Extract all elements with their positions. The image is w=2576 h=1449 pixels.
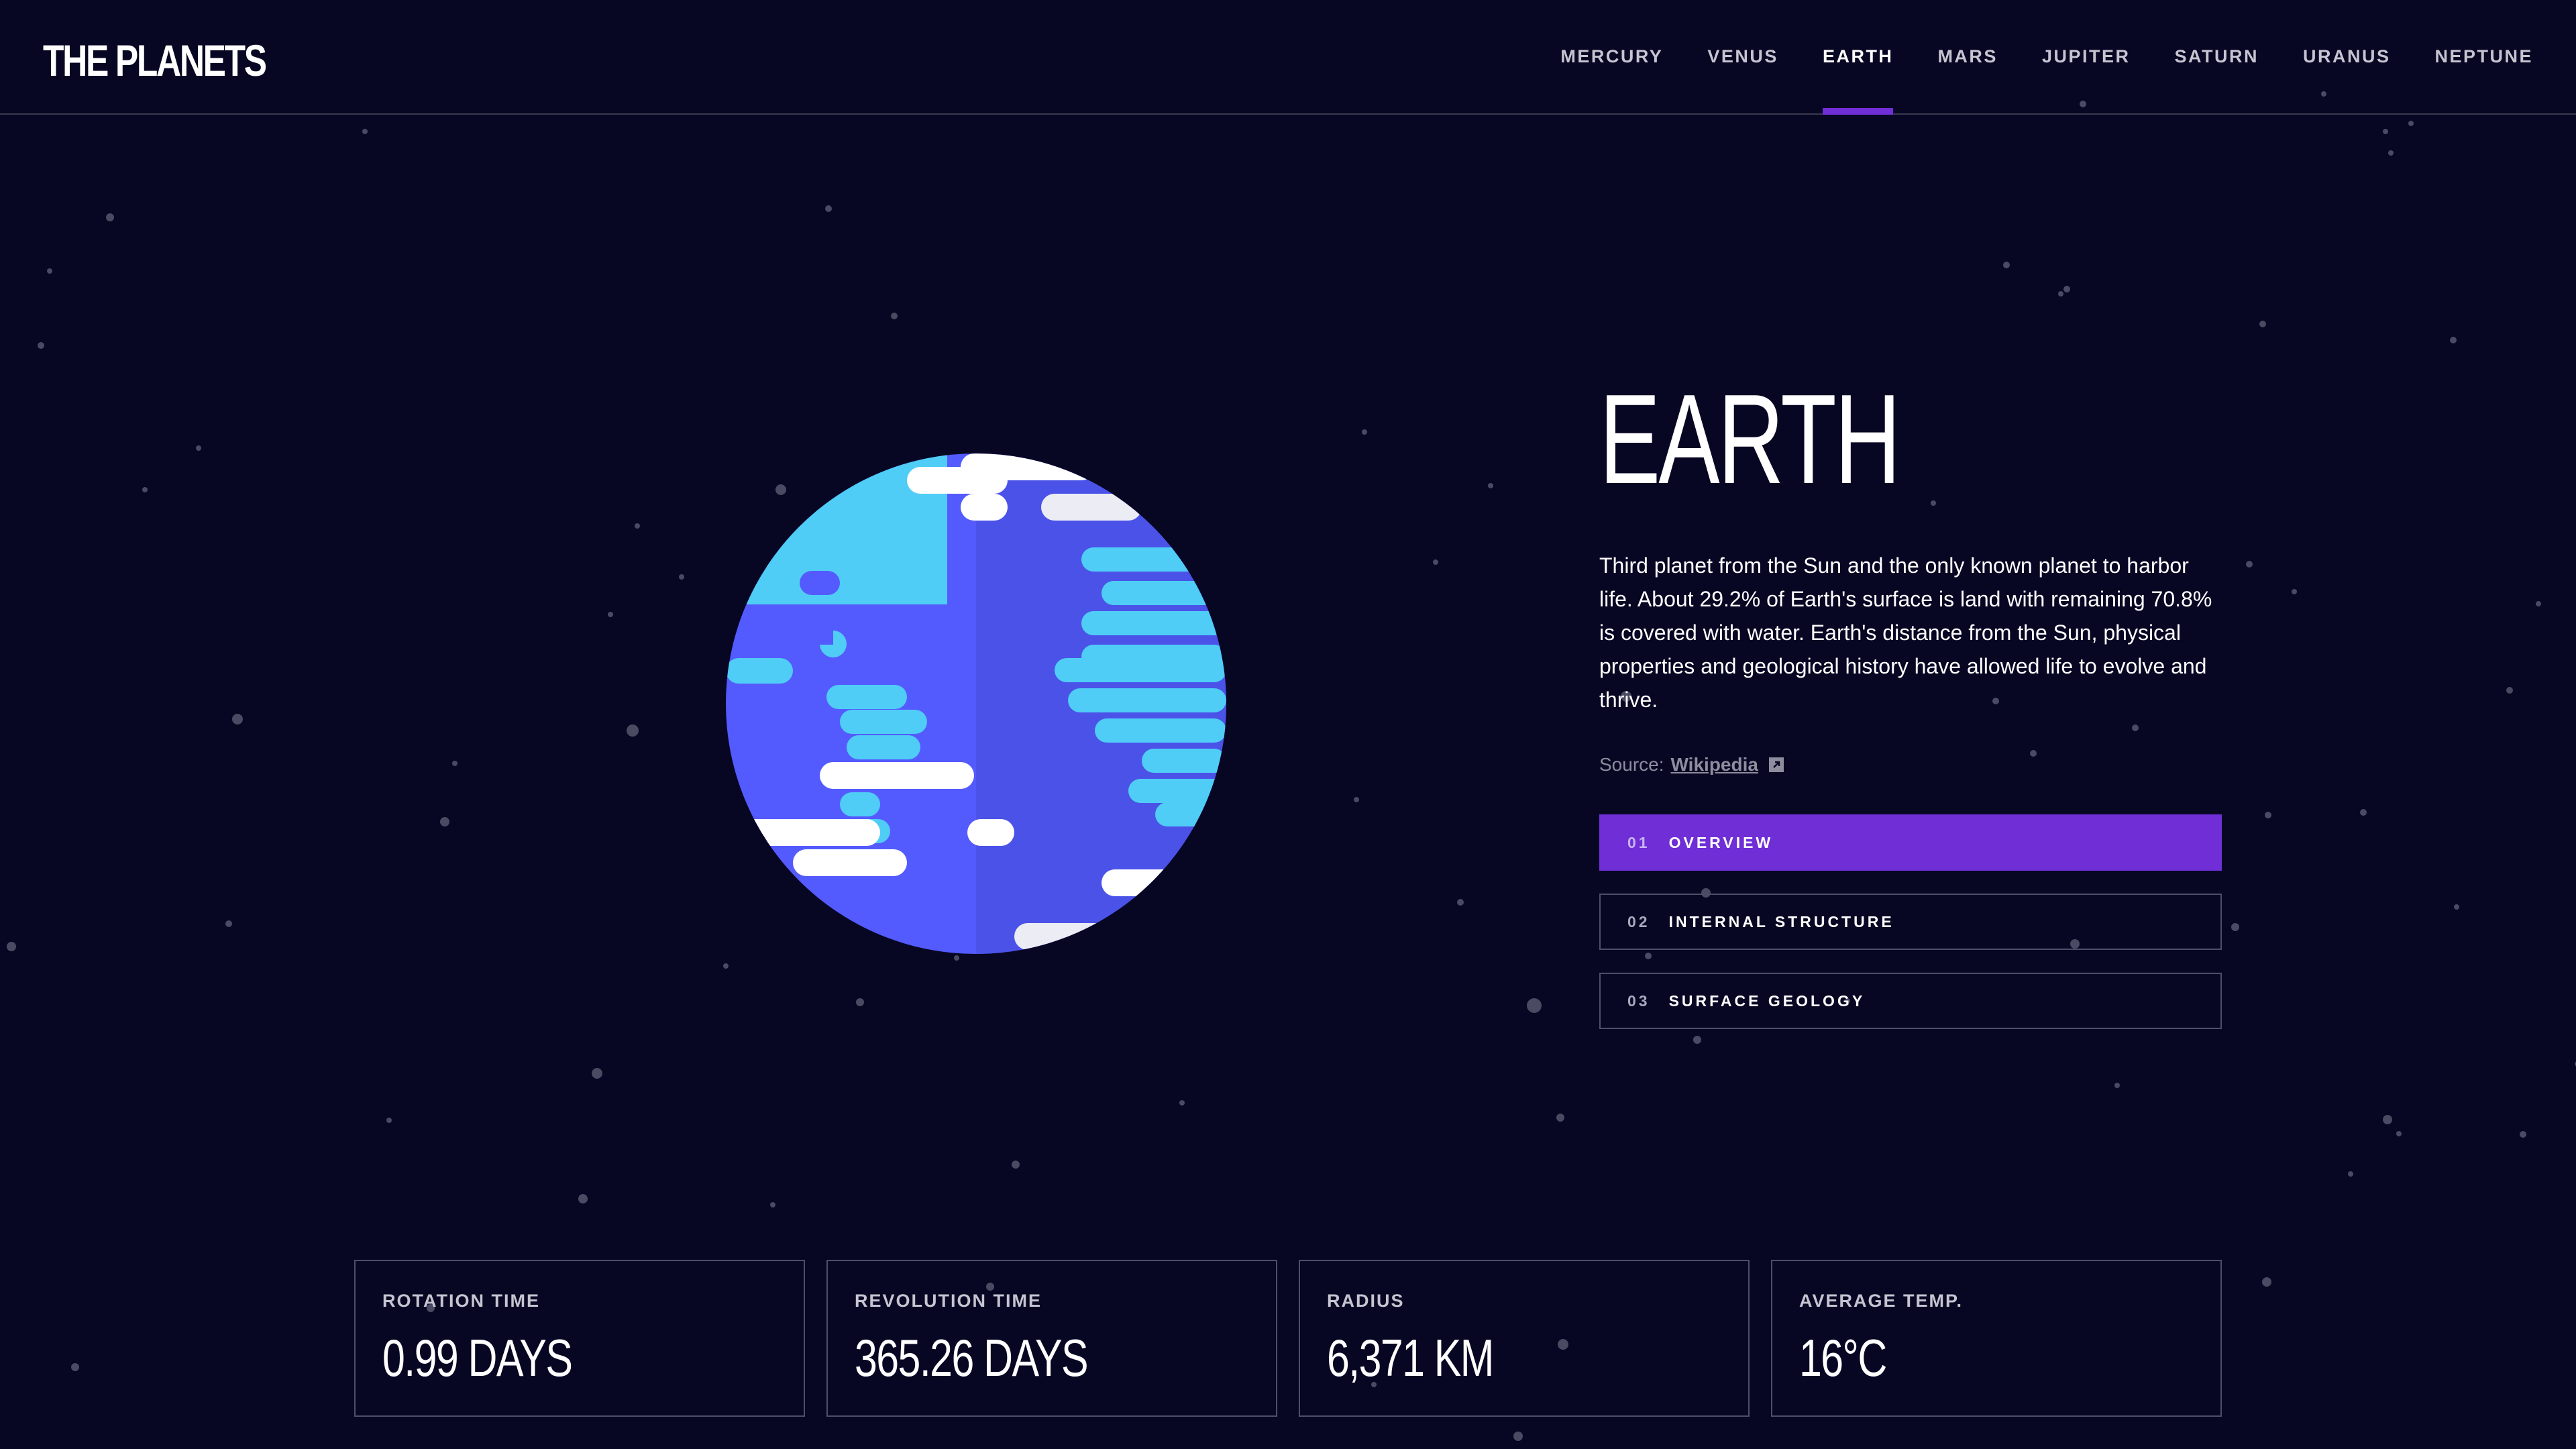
star-dot: [2114, 1083, 2120, 1088]
star-dot: [679, 574, 684, 580]
star-dot: [2383, 129, 2388, 134]
star-dot: [608, 612, 613, 617]
nav-item-earth[interactable]: EARTH: [1822, 0, 1894, 115]
star-dot: [2003, 262, 2010, 268]
tab-number: 02: [1627, 912, 1650, 930]
star-dot: [7, 942, 16, 951]
star-dot: [142, 487, 148, 492]
tab-number: 01: [1627, 833, 1650, 851]
star-dot: [2246, 561, 2253, 568]
star-dot: [1488, 483, 1493, 488]
wikipedia-link[interactable]: Wikipedia: [1671, 754, 1758, 775]
star-dot: [38, 342, 44, 349]
tab-surface-geology[interactable]: 03 SURFACE GEOLOGY: [1599, 973, 2222, 1029]
star-dot: [2292, 589, 2297, 594]
star-dot: [196, 445, 201, 451]
tab-overview[interactable]: 01 OVERVIEW: [1599, 814, 2222, 871]
star-dot: [891, 313, 898, 319]
planet-description: Third planet from the Sun and the only k…: [1599, 553, 2212, 712]
nav-item-venus[interactable]: VENUS: [1707, 0, 1778, 113]
star-dot: [1362, 429, 1367, 435]
star-dot: [106, 213, 114, 221]
tab-number: 03: [1627, 991, 1650, 1010]
planet-stats: ROTATION TIME 0.99 DAYS REVOLUTION TIME …: [354, 1260, 2222, 1417]
star-dot: [635, 523, 640, 529]
stat-card-temperature: AVERAGE TEMP. 16°C: [1771, 1260, 2222, 1417]
planet-nav: MERCURY VENUS EARTH MARS JUPITER SATURN …: [1516, 0, 2533, 115]
stat-card-radius: RADIUS 6,371 KM: [1299, 1260, 1750, 1417]
star-dot: [225, 920, 232, 927]
star-dot: [2383, 1115, 2392, 1124]
star-dot: [2265, 812, 2271, 818]
star-dot: [1527, 998, 1542, 1013]
star-dot: [452, 761, 458, 766]
star-dot: [2520, 1131, 2526, 1138]
star-dot: [1513, 1432, 1523, 1441]
stat-value: 0.99 DAYS: [382, 1328, 573, 1387]
stat-label: ROTATION TIME: [382, 1291, 540, 1311]
stat-value: 365.26 DAYS: [855, 1328, 1089, 1387]
planet-title: EARTH: [1599, 368, 1901, 511]
star-dot: [1012, 1161, 1020, 1169]
stat-label: AVERAGE TEMP.: [1799, 1291, 1964, 1311]
external-link-icon[interactable]: [1768, 757, 1784, 772]
star-dot: [2450, 337, 2457, 343]
nav-item-mercury[interactable]: MERCURY: [1560, 0, 1663, 113]
tab-label: OVERVIEW: [1668, 833, 1774, 851]
star-dot: [47, 268, 52, 274]
site-header: THE PLANETS MERCURY VENUS EARTH MARS JUP…: [0, 0, 2576, 115]
star-dot: [2063, 286, 2070, 292]
star-dot: [2408, 121, 2414, 126]
star-dot: [2262, 1277, 2271, 1287]
stat-card-rotation: ROTATION TIME 0.99 DAYS: [354, 1260, 805, 1417]
star-dot: [2396, 1131, 2402, 1136]
planet-info: EARTH Third planet from the Sun and the …: [1599, 376, 2223, 1052]
star-dot: [2506, 687, 2513, 694]
star-dot: [592, 1068, 602, 1079]
tab-label: SURFACE GEOLOGY: [1668, 991, 1866, 1010]
star-dot: [2058, 291, 2063, 297]
nav-item-jupiter[interactable]: JUPITER: [2042, 0, 2131, 113]
star-dot: [362, 129, 368, 134]
stat-value: 16°C: [1799, 1328, 1887, 1387]
star-dot: [440, 817, 449, 826]
tab-label: INTERNAL STRUCTURE: [1668, 912, 1894, 930]
stat-card-revolution: REVOLUTION TIME 365.26 DAYS: [826, 1260, 1277, 1417]
star-dot: [825, 205, 832, 212]
star-dot: [232, 714, 243, 724]
source-label: Source:: [1599, 754, 1664, 775]
star-dot: [2454, 904, 2459, 910]
star-dot: [954, 955, 959, 961]
site-logo[interactable]: THE PLANETS: [43, 35, 267, 86]
nav-item-uranus[interactable]: URANUS: [2303, 0, 2391, 113]
tab-internal-structure[interactable]: 02 INTERNAL STRUCTURE: [1599, 894, 2222, 950]
star-dot: [2536, 601, 2541, 606]
star-dot: [578, 1194, 588, 1203]
star-dot: [723, 963, 729, 969]
star-dot: [770, 1202, 775, 1208]
stat-label: REVOLUTION TIME: [855, 1291, 1042, 1311]
star-dot: [627, 724, 639, 737]
star-dot: [856, 998, 864, 1006]
star-dot: [2259, 321, 2266, 327]
stat-value: 6,371 KM: [1327, 1328, 1495, 1387]
source-line: Source: Wikipedia: [1599, 754, 2223, 775]
star-dot: [1433, 559, 1438, 565]
earth-illustration: [726, 453, 1226, 954]
star-dot: [1179, 1100, 1185, 1106]
star-dot: [386, 1118, 392, 1123]
star-dot: [2360, 809, 2367, 816]
nav-item-mars[interactable]: MARS: [1937, 0, 1998, 113]
star-dot: [1457, 899, 1464, 906]
nav-item-saturn[interactable]: SATURN: [2174, 0, 2259, 113]
nav-item-neptune[interactable]: NEPTUNE: [2434, 0, 2533, 113]
star-dot: [2388, 150, 2394, 156]
star-dot: [1354, 797, 1359, 802]
star-dot: [2348, 1171, 2353, 1177]
star-dot: [2231, 923, 2239, 931]
stat-label: RADIUS: [1327, 1291, 1405, 1311]
star-dot: [71, 1363, 79, 1371]
view-tabs: 01 OVERVIEW 02 INTERNAL STRUCTURE 03 SUR…: [1599, 814, 2223, 1029]
star-dot: [1556, 1114, 1564, 1122]
